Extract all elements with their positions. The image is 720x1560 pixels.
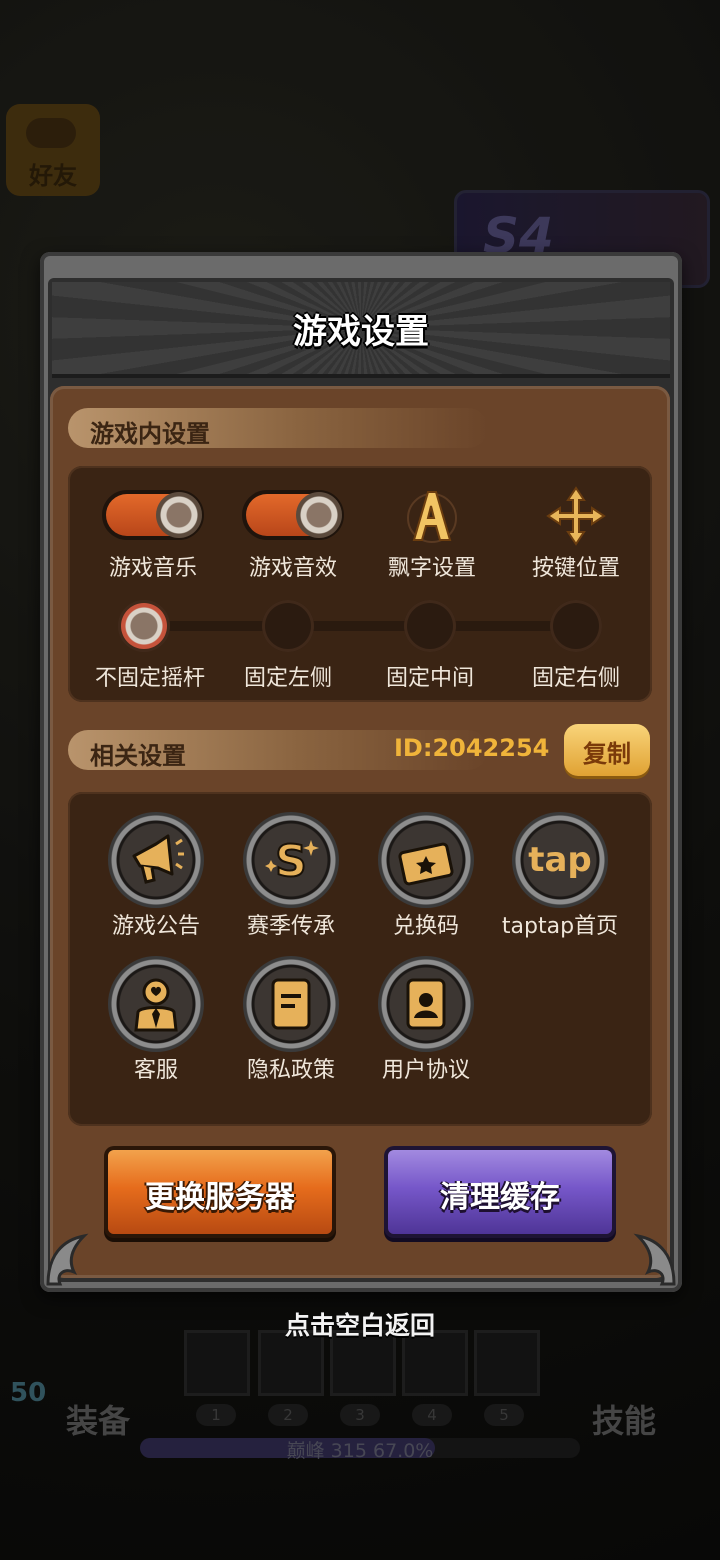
ticket-icon [398,842,454,886]
privacy-policy-label: 隐私政策 [246,1058,335,1083]
radio-fixed-center[interactable] [404,600,456,652]
taptap-home-label: taptap首页 [501,914,619,939]
radio-floating-joystick[interactable] [118,600,170,652]
copy-button-label: 复制 [583,740,631,768]
music-toggle[interactable] [102,490,204,540]
in-game-settings-title: 游戏内设置 [90,420,210,448]
sfx-toggle-label: 游戏音效 [248,556,337,581]
customer-service-label: 客服 [133,1058,178,1083]
tap-blank-to-return-hint: 点击空白返回 [284,1311,435,1340]
season-inherit-label: 赛季传承 [246,914,335,939]
move-arrows-icon[interactable] [546,486,606,546]
privacy-policy-button[interactable] [243,956,339,1052]
joystick-option-label: 固定右侧 [531,666,620,691]
joystick-option-label: 固定中间 [385,666,474,691]
radio-fixed-left[interactable] [262,600,314,652]
player-id: ID:2042254 [394,734,550,762]
season-inherit-button[interactable]: S [243,812,339,908]
in-game-settings-header: 游戏内设置 [68,408,488,448]
clear-cache-label: 清理缓存 [440,1180,560,1215]
copy-id-button[interactable]: 复制 [564,724,650,776]
change-server-button[interactable]: 更换服务器 [108,1150,332,1234]
user-agreement-button[interactable] [378,956,474,1052]
clear-cache-button[interactable]: 清理缓存 [388,1150,612,1234]
music-toggle-label: 游戏音乐 [108,556,197,581]
announcement-label: 游戏公告 [111,914,200,939]
related-settings-title: 相关设置 [90,742,186,770]
redeem-code-button[interactable] [378,812,474,908]
customer-service-icon [134,978,178,1032]
svg-text:S: S [275,836,307,887]
corner-ornament-icon [618,1232,678,1288]
tap-logo-icon: tap [528,840,592,880]
floating-text-settings-label: 飘字设置 [387,556,476,581]
user-card-icon [406,978,446,1030]
announcement-button[interactable] [108,812,204,908]
joystick-option-track [146,621,576,631]
taptap-home-button[interactable]: tap [512,812,608,908]
letter-a-icon[interactable] [404,488,460,544]
button-position-label: 按键位置 [531,556,620,581]
document-icon [271,978,311,1030]
megaphone-icon [132,834,184,884]
dialog-title: 游戏设置 [293,312,429,352]
season-s-icon: S [265,835,319,888]
joystick-option-label: 不固定摇杆 [94,666,205,691]
customer-service-button[interactable] [108,956,204,1052]
change-server-label: 更换服务器 [145,1180,295,1215]
user-agreement-label: 用户协议 [381,1058,470,1083]
redeem-code-label: 兑换码 [392,914,459,939]
joystick-option-label: 固定左侧 [243,666,332,691]
corner-ornament-icon [44,1232,104,1288]
sfx-toggle[interactable] [242,490,344,540]
radio-fixed-right[interactable] [550,600,602,652]
